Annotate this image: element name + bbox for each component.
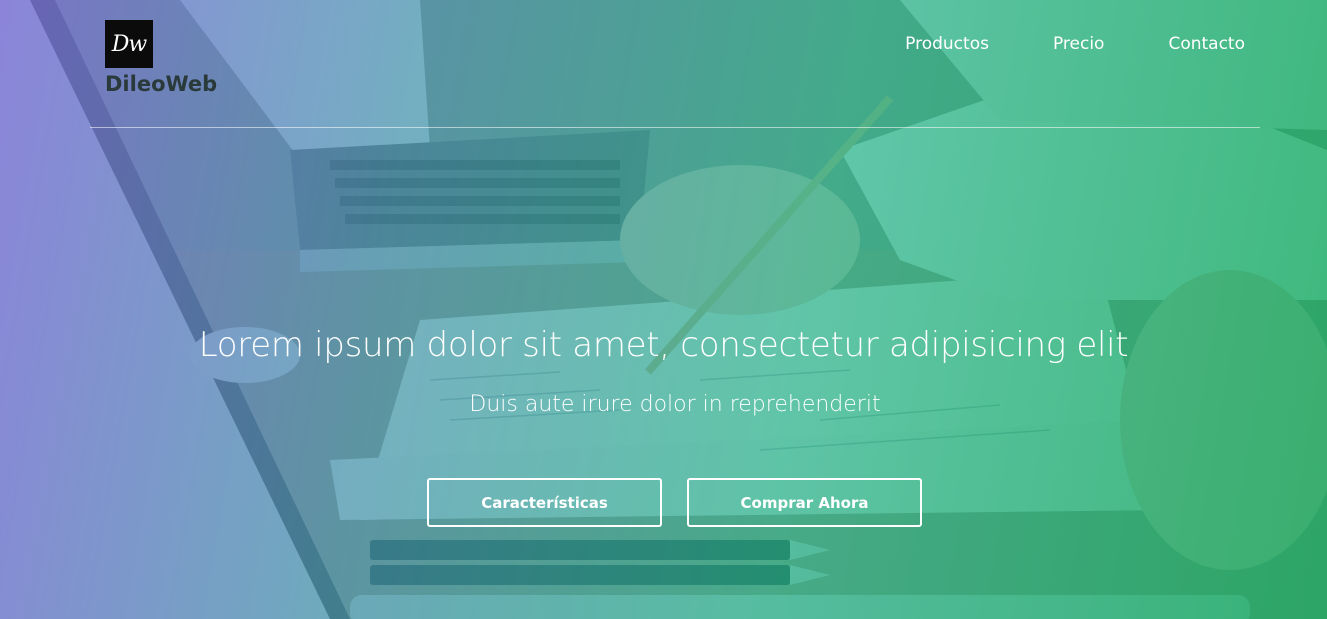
brand-logo[interactable]: Dw DileoWeb (105, 20, 245, 100)
nav-item-precio[interactable]: Precio (1053, 34, 1105, 54)
hero-headline: Lorem ipsum dolor sit amet, consectetur … (198, 325, 1129, 365)
main-nav: Productos Precio Contacto (841, 34, 1245, 54)
header-divider (90, 127, 1260, 128)
hero-section: Dw DileoWeb Productos Precio Contacto Lo… (0, 0, 1327, 619)
features-button[interactable]: Características (427, 478, 662, 527)
hero-subheadline: Duis aute irure dolor in reprehenderit (469, 392, 881, 417)
brand-name: DileoWeb (105, 72, 218, 96)
nav-item-contacto[interactable]: Contacto (1168, 34, 1245, 54)
nav-item-productos[interactable]: Productos (905, 34, 989, 54)
logo-mark-icon: Dw (105, 20, 153, 68)
buy-now-button[interactable]: Comprar Ahora (687, 478, 922, 527)
